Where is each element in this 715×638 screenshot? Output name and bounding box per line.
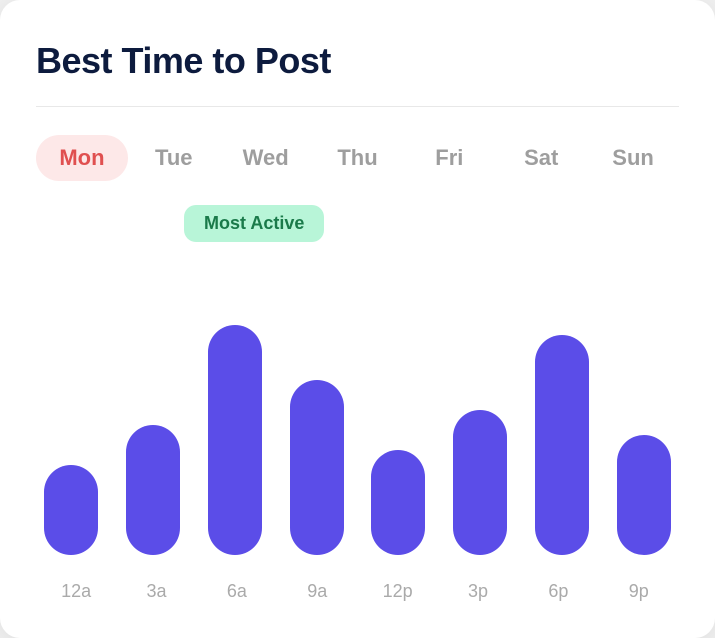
bar-3a xyxy=(126,425,180,555)
day-tab-sat[interactable]: Sat xyxy=(495,135,587,181)
bar-wrapper-6p xyxy=(527,335,597,555)
day-tab-mon[interactable]: Mon xyxy=(36,135,128,181)
x-label-9p: 9p xyxy=(599,581,679,602)
x-label-3a: 3a xyxy=(116,581,196,602)
x-label-9a: 9a xyxy=(277,581,357,602)
most-active-badge: Most Active xyxy=(184,205,324,242)
x-label-12p: 12p xyxy=(358,581,438,602)
bar-9a xyxy=(290,380,344,555)
chart-area: Most Active 12a3a6a9a12p3p6p9p xyxy=(36,213,679,602)
bar-wrapper-9p xyxy=(609,435,679,555)
bar-9p xyxy=(617,435,671,555)
bar-wrapper-6a xyxy=(200,325,270,555)
day-tab-tue[interactable]: Tue xyxy=(128,135,220,181)
bar-wrapper-3a xyxy=(118,425,188,555)
day-tab-thu[interactable]: Thu xyxy=(312,135,404,181)
bar-wrapper-12a xyxy=(36,465,106,555)
x-label-12a: 12a xyxy=(36,581,116,602)
x-label-6p: 6p xyxy=(518,581,598,602)
bar-wrapper-3p xyxy=(445,410,515,555)
divider xyxy=(36,106,679,107)
bar-wrapper-12p xyxy=(364,450,434,555)
bar-6p xyxy=(535,335,589,555)
day-tab-fri[interactable]: Fri xyxy=(403,135,495,181)
bar-wrapper-9a xyxy=(282,380,352,555)
day-tab-wed[interactable]: Wed xyxy=(220,135,312,181)
bar-6a xyxy=(208,325,262,555)
bar-12p xyxy=(371,450,425,555)
bar-12a xyxy=(44,465,98,555)
bar-3p xyxy=(453,410,507,555)
x-label-6a: 6a xyxy=(197,581,277,602)
x-axis-labels: 12a3a6a9a12p3p6p9p xyxy=(36,571,679,602)
day-tab-sun[interactable]: Sun xyxy=(587,135,679,181)
x-label-3p: 3p xyxy=(438,581,518,602)
page-title: Best Time to Post xyxy=(36,40,679,82)
card: Best Time to Post MonTueWedThuFriSatSun … xyxy=(0,0,715,638)
day-tabs: MonTueWedThuFriSatSun xyxy=(36,135,679,181)
bars-container xyxy=(36,213,679,571)
